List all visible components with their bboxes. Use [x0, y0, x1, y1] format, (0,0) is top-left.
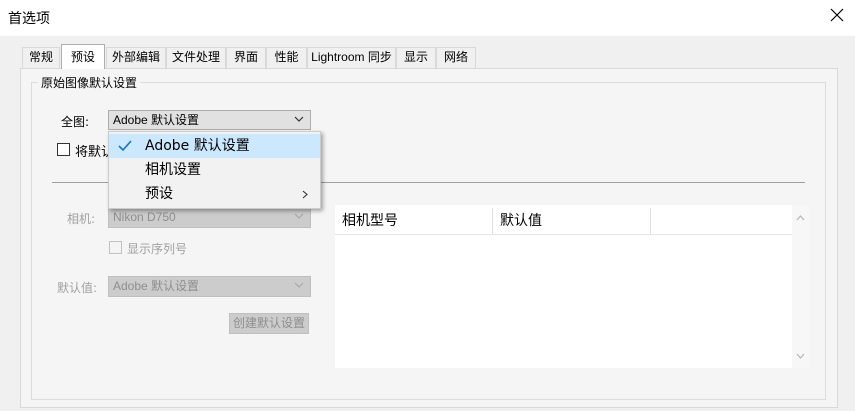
checkmark-icon	[118, 140, 132, 152]
tab-display[interactable]: 显示	[396, 47, 436, 68]
show-serial-label: 显示序列号	[127, 242, 188, 256]
menu-item-label: 相机设置	[145, 162, 201, 178]
master-dropdown[interactable]: Adobe 默认设置	[108, 110, 311, 130]
column-header-camera-model[interactable]: 相机型号	[335, 208, 493, 234]
camera-dropdown[interactable]: Nikon D750	[108, 207, 311, 228]
menu-item-presets[interactable]: 预设	[109, 182, 320, 206]
tab-interface[interactable]: 界面	[226, 47, 266, 68]
master-dropdown-menu: Adobe 默认设置 相机设置 预设	[108, 131, 321, 209]
group-title: 原始图像默认设置	[38, 74, 141, 91]
default-label: 默认值:	[57, 281, 98, 295]
default-dropdown[interactable]: Adobe 默认设置	[108, 276, 311, 297]
column-header-default-value[interactable]: 默认值	[493, 208, 651, 234]
window-title: 首选项	[8, 11, 50, 27]
camera-value: Nikon D750	[113, 210, 176, 224]
table-scrollbar[interactable]	[792, 205, 809, 368]
tab-general[interactable]: 常规	[22, 47, 60, 68]
scroll-up-icon[interactable]	[795, 214, 806, 222]
override-checkbox[interactable]	[57, 143, 70, 156]
tab-network[interactable]: 网络	[436, 47, 476, 68]
show-serial-checkbox[interactable]	[109, 241, 122, 254]
camera-label: 相机:	[67, 212, 96, 226]
tab-file-handling[interactable]: 文件处理	[166, 47, 226, 68]
master-value: Adobe 默认设置	[113, 113, 200, 127]
menu-item-camera-settings[interactable]: 相机设置	[109, 158, 320, 182]
menu-item-label: Adobe 默认设置	[145, 138, 250, 154]
chevron-down-icon	[294, 213, 304, 219]
default-value: Adobe 默认设置	[113, 279, 200, 293]
tab-presets[interactable]: 预设	[61, 44, 105, 69]
chevron-down-icon	[294, 116, 304, 122]
tab-performance[interactable]: 性能	[266, 47, 307, 68]
menu-item-adobe-default[interactable]: Adobe 默认设置	[109, 134, 320, 158]
tab-lightroom-sync[interactable]: Lightroom 同步	[307, 47, 396, 68]
close-icon[interactable]	[826, 4, 848, 26]
menu-item-label: 预设	[145, 186, 173, 202]
submenu-arrow-icon	[302, 190, 308, 199]
scroll-down-icon[interactable]	[795, 352, 806, 360]
master-label: 全图:	[61, 115, 90, 129]
tab-external-editing[interactable]: 外部编辑	[106, 47, 166, 68]
chevron-down-icon	[294, 282, 304, 288]
header-divider	[335, 234, 792, 235]
create-default-button[interactable]: 创建默认设置	[229, 313, 309, 334]
